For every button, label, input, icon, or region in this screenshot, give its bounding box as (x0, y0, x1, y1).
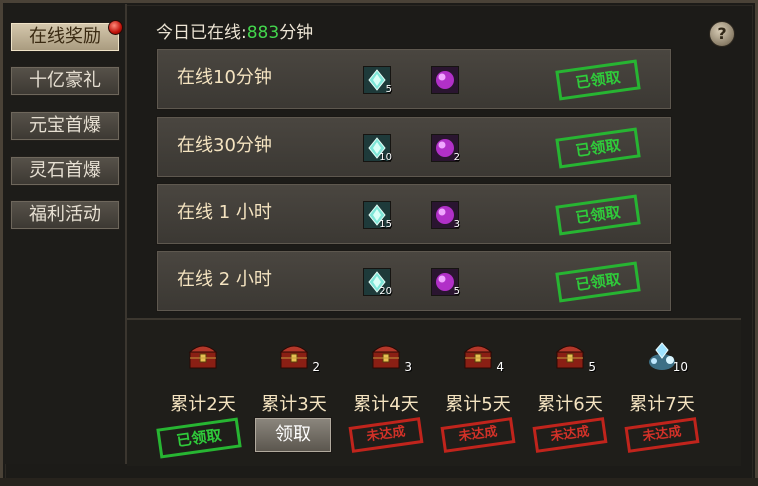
sidebar-item-label: 十亿豪礼 (29, 70, 101, 91)
purple-orb-icon[interactable] (431, 66, 459, 94)
online-time-label: 今日已在线:883分钟 (156, 18, 313, 43)
sidebar-item-label: 在线奖励 (29, 26, 101, 47)
purple-orb-icon[interactable]: 3 (431, 201, 460, 230)
footer-strip (0, 478, 758, 486)
claimed-stamp: 已领取 (555, 194, 641, 236)
cumulative-day-label: 累计6天 (537, 394, 603, 415)
crystal-icon[interactable]: 20 (363, 268, 392, 297)
item-count: 2 (312, 360, 320, 374)
sidebar-item-ingot-first-drop[interactable]: 元宝首爆 (10, 111, 120, 141)
item-count: 10 (379, 152, 392, 163)
online-time-prefix: 今日已在线: (156, 23, 247, 43)
online-time-value: 883 (246, 23, 280, 43)
purple-orb-icon[interactable]: 5 (431, 268, 460, 297)
claim-button[interactable]: 领取 (254, 417, 332, 453)
treasure-chest-icon[interactable] (187, 340, 219, 372)
treasure-chest-icon[interactable]: 3 (370, 340, 412, 374)
item-count: 15 (379, 219, 392, 230)
claimed-stamp: 已领取 (555, 59, 641, 101)
item-count: 20 (379, 286, 392, 297)
sidebar-item-label: 元宝首爆 (29, 115, 101, 136)
claimed-stamp: 已领取 (555, 261, 641, 303)
notification-dot-icon (108, 20, 123, 35)
reward-row: 在线10分钟 5 已领取 (156, 48, 672, 110)
cumulative-day-label: 累计7天 (629, 394, 695, 415)
item-count: 3 (404, 360, 412, 374)
reward-row: 在线 1 小时 15 3 已领取 (156, 183, 672, 245)
cumulative-day-label: 累计5天 (445, 394, 511, 415)
sidebar-item-billion-gift[interactable]: 十亿豪礼 (10, 66, 120, 96)
sidebar-item-welfare-activity[interactable]: 福利活动 (10, 200, 120, 230)
reward-row-label: 在线30分钟 (177, 135, 272, 156)
sidebar-item-online-reward[interactable]: 在线奖励 (10, 20, 123, 52)
reward-row: 在线 2 小时 20 5 已领取 (156, 250, 672, 312)
sidebar-item-label: 灵石首爆 (29, 160, 101, 181)
sidebar-item-spirit-stone-first-drop[interactable]: 灵石首爆 (10, 156, 120, 186)
item-count: 10 (672, 360, 688, 374)
purple-orb-icon[interactable]: 2 (431, 134, 460, 163)
item-count: 3 (453, 219, 460, 230)
reward-row-label: 在线 2 小时 (177, 269, 272, 290)
item-count: 4 (496, 360, 504, 374)
reward-row-label: 在线 1 小时 (177, 202, 272, 223)
reward-row-label: 在线10分钟 (177, 67, 272, 88)
treasure-chest-icon[interactable]: 4 (462, 340, 504, 374)
cumulative-day-label: 累计4天 (353, 394, 419, 415)
crystal-icon[interactable]: 15 (363, 201, 392, 230)
cumulative-day-label: 累计2天 (170, 394, 236, 415)
treasure-chest-icon[interactable]: 2 (278, 340, 320, 374)
online-time-suffix: 分钟 (279, 23, 314, 43)
help-icon[interactable]: ? (709, 21, 735, 47)
gem-pile-icon[interactable]: 10 (646, 340, 688, 374)
item-count: 5 (385, 84, 392, 95)
item-count: 5 (588, 360, 596, 374)
crystal-icon[interactable]: 5 (363, 66, 392, 95)
sidebar-item-label: 福利活动 (29, 204, 101, 225)
cumulative-day-label: 累计3天 (261, 394, 327, 415)
claimed-stamp: 已领取 (555, 127, 641, 169)
crystal-icon[interactable]: 10 (363, 134, 392, 163)
sidebar: 在线奖励 十亿豪礼 元宝首爆 灵石首爆 福利活动 (3, 4, 127, 464)
item-count: 5 (453, 286, 460, 297)
reward-row: 在线30分钟 10 2 已领取 (156, 116, 672, 178)
treasure-chest-icon[interactable]: 5 (554, 340, 596, 374)
item-count: 2 (453, 152, 460, 163)
